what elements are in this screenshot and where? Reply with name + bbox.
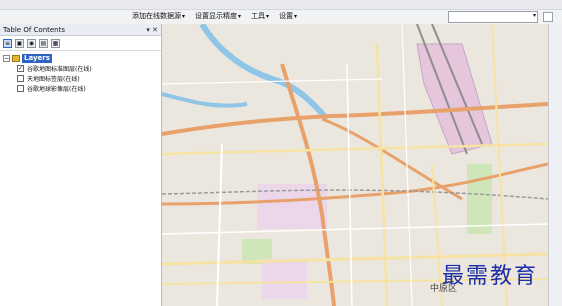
settings-menu[interactable]: 设置▾ <box>279 11 297 21</box>
layers-icon <box>12 54 20 62</box>
tools-menu[interactable]: 工具▾ <box>251 11 269 21</box>
list-by-selection-icon[interactable]: ▤ <box>39 38 48 48</box>
collapse-icon[interactable]: − <box>3 54 10 62</box>
scale-dropdown[interactable]: ▾ <box>448 11 538 23</box>
layer-visibility-checkbox[interactable] <box>17 74 24 82</box>
toc-options-icon[interactable]: ▦ <box>51 38 60 48</box>
layer-item[interactable]: ✓ 谷歌地图标准图层(在线) <box>3 63 161 73</box>
chevron-down-icon: ▾ <box>532 12 536 19</box>
settings-label: 设置 <box>279 12 294 20</box>
park-area <box>467 164 492 234</box>
list-by-source-icon[interactable]: ▣ <box>15 38 24 48</box>
add-online-data-menu[interactable]: 添加在线数据源▾ <box>132 11 185 21</box>
toolbar-tool-button[interactable] <box>543 12 553 22</box>
chevron-down-icon: ▾ <box>266 13 270 20</box>
layer-visibility-checkbox[interactable] <box>17 84 24 92</box>
toc-header: Table Of Contents ▾ ✕ <box>0 24 161 36</box>
layer-label: 谷歌地图标准图层(在线) <box>27 65 92 73</box>
layer-label: 谷歌地球影像层(在线) <box>27 85 86 93</box>
display-precision-menu[interactable]: 设置显示精度▾ <box>195 11 241 21</box>
layer-item[interactable]: 天地图标签层(在线) <box>3 73 161 83</box>
toc-window-controls[interactable]: ▾ ✕ <box>146 26 158 34</box>
list-by-drawing-order-icon[interactable]: ≡ <box>3 38 12 48</box>
chevron-down-icon: ▾ <box>238 13 242 20</box>
top-toolbar: 添加在线数据源▾ 设置显示精度▾ 工具▾ 设置▾ ▾ <box>0 0 562 25</box>
toc-title: Table Of Contents <box>3 25 66 34</box>
chevron-down-icon: ▾ <box>182 13 186 20</box>
layer-visibility-checkbox[interactable]: ✓ <box>17 64 24 72</box>
toc-toolbar: ≡ ▣ ◉ ▤ ▦ <box>0 36 161 51</box>
layer-item[interactable]: 谷歌地球影像层(在线) <box>3 83 161 93</box>
display-precision-label: 设置显示精度 <box>195 12 238 20</box>
table-of-contents-panel: Table Of Contents ▾ ✕ ≡ ▣ ◉ ▤ ▦ − Layers… <box>0 24 162 306</box>
tools-label: 工具 <box>251 12 266 20</box>
right-dock-bar <box>548 24 562 306</box>
layer-tree: − Layers ✓ 谷歌地图标准图层(在线) 天地图标签层(在线) 谷歌地球影… <box>0 51 161 93</box>
list-by-visibility-icon[interactable]: ◉ <box>27 38 36 48</box>
toolbar-upper-strip <box>0 0 562 10</box>
add-online-data-label: 添加在线数据源 <box>132 12 181 20</box>
watermark-text: 最需教育 <box>442 264 539 289</box>
layers-root-label: Layers <box>22 53 52 63</box>
toolbar-menu: 添加在线数据源▾ 设置显示精度▾ 工具▾ 设置▾ <box>132 11 297 21</box>
layer-label: 天地图标签层(在线) <box>27 75 80 83</box>
layers-root-node[interactable]: − Layers <box>3 53 161 63</box>
campus-area <box>262 259 307 299</box>
chevron-down-icon: ▾ <box>294 13 298 20</box>
